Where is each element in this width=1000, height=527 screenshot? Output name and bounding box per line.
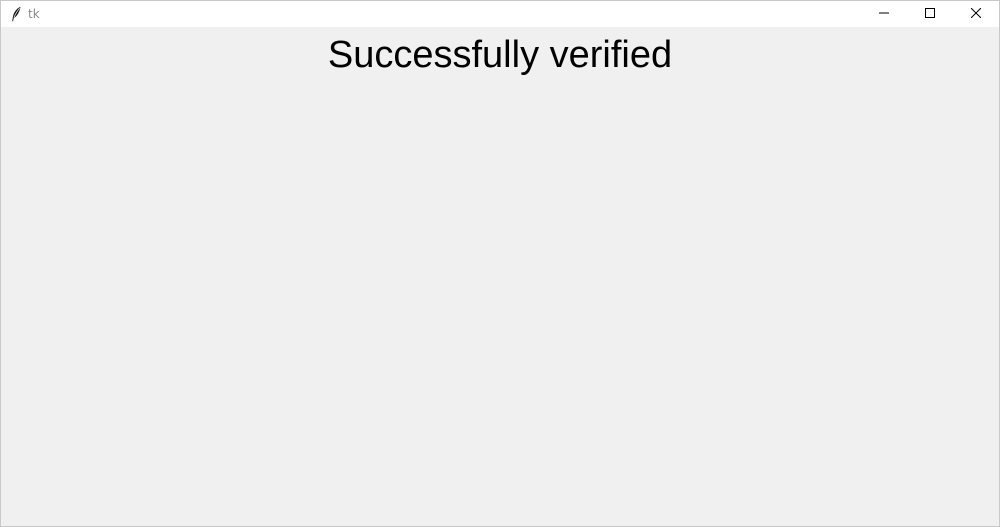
minimize-icon [879, 5, 889, 23]
window-controls [861, 1, 999, 27]
window-title: tk [28, 7, 40, 21]
close-icon [970, 5, 982, 23]
status-message: Successfully verified [327, 34, 673, 76]
close-button[interactable] [953, 1, 999, 27]
title-bar[interactable]: tk [1, 1, 999, 27]
feather-icon [9, 6, 23, 22]
app-window: tk Successfully verified [0, 0, 1000, 527]
minimize-button[interactable] [861, 1, 907, 27]
maximize-icon [925, 5, 935, 23]
client-area: Successfully verified [1, 27, 999, 526]
maximize-button[interactable] [907, 1, 953, 27]
